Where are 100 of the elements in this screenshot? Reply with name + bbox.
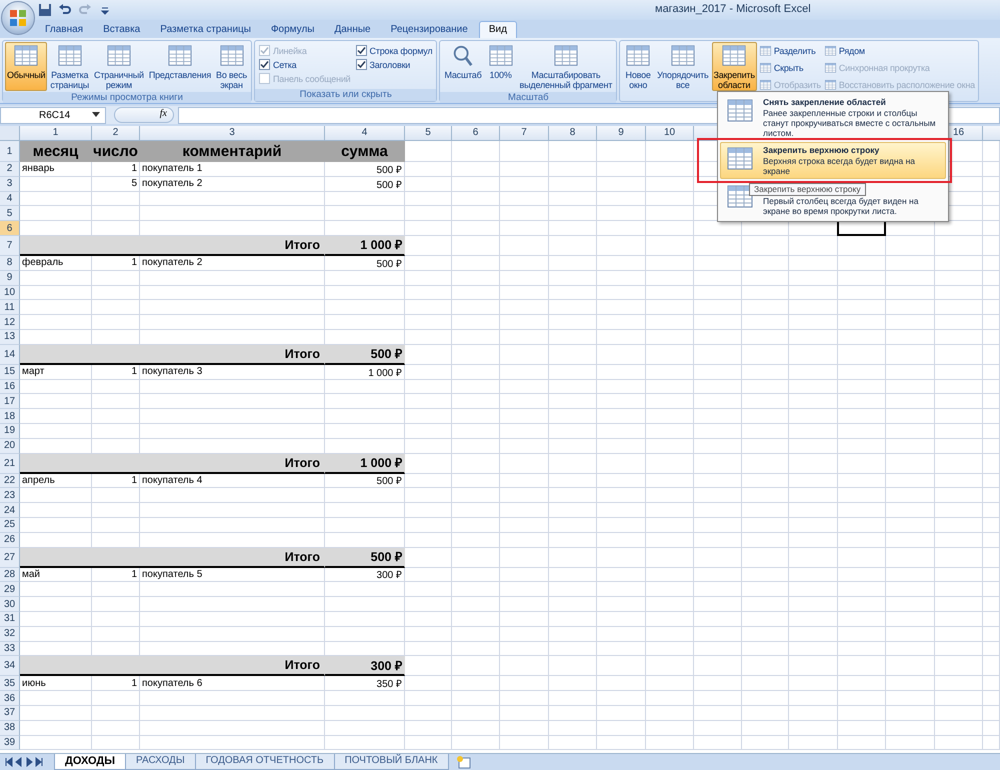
ribbon-button[interactable]: Скрыть [758, 60, 821, 75]
table-cell[interactable]: покупатель 2 [140, 256, 325, 271]
undo-icon[interactable] [58, 3, 72, 17]
table-cell[interactable]: 350 ₽ [325, 676, 405, 692]
row-header[interactable]: 39 [0, 736, 20, 750]
name-box[interactable]: R6C14 [0, 106, 106, 124]
table-cell[interactable]: покупатель 4 [140, 474, 325, 488]
table-cell[interactable]: покупатель 2 [140, 176, 325, 192]
table-cell[interactable]: число [92, 141, 140, 162]
row-header[interactable]: 14 [0, 344, 20, 365]
row-header[interactable]: 31 [0, 612, 20, 627]
table-cell[interactable]: покупатель 1 [140, 162, 325, 177]
table-cell[interactable]: январь [20, 162, 92, 177]
row-header[interactable]: 7 [0, 236, 20, 256]
table-cell[interactable]: 1 [92, 256, 140, 271]
column-header[interactable]: 2 [92, 126, 140, 141]
ribbon-button[interactable]: 100% [484, 42, 517, 91]
row-header[interactable]: 32 [0, 626, 20, 642]
ribbon-button[interactable]: Страничный режим [92, 42, 146, 91]
ribbon-tab[interactable]: Рецензирование [382, 22, 477, 38]
table-cell[interactable]: 1 000 ₽ [325, 454, 405, 474]
row-header[interactable]: 1 [0, 141, 20, 162]
column-header[interactable]: 10 [646, 126, 694, 141]
column-header[interactable]: 1 [20, 126, 92, 141]
menu-item[interactable]: Закрепить верхнюю строку Верхняя строка всегда будет видна на экране [720, 142, 946, 179]
column-header[interactable]: 9 [597, 126, 646, 141]
ribbon-button[interactable]: Разметка страницы [48, 42, 92, 91]
row-header[interactable]: 2 [0, 162, 20, 177]
row-header[interactable]: 36 [0, 691, 20, 706]
table-cell[interactable]: 1 000 ₽ [325, 236, 405, 256]
row-header[interactable]: 28 [0, 568, 20, 582]
table-cell[interactable]: покупатель 6 [140, 676, 325, 692]
table-cell[interactable]: 300 ₽ [325, 656, 405, 676]
row-header[interactable]: 27 [0, 548, 20, 568]
row-header[interactable]: 17 [0, 394, 20, 410]
ribbon-tab[interactable]: Главная [36, 22, 92, 38]
row-header[interactable]: 37 [0, 706, 20, 721]
table-cell[interactable]: комментарий [140, 141, 325, 162]
row-header[interactable]: 24 [0, 503, 20, 518]
row-header[interactable]: 12 [0, 315, 20, 330]
row-header[interactable]: 30 [0, 597, 20, 612]
ribbon-button[interactable]: Закрепить области [712, 42, 757, 91]
redo-icon[interactable] [78, 3, 92, 17]
table-cell[interactable]: 1 [92, 364, 140, 380]
row-header[interactable]: 33 [0, 642, 20, 656]
table-cell[interactable]: месяц [20, 141, 92, 162]
row-header[interactable]: 38 [0, 720, 20, 736]
row-header[interactable]: 19 [0, 424, 20, 439]
row-header[interactable]: 5 [0, 206, 20, 222]
column-header[interactable]: 3 [140, 126, 325, 141]
table-cell[interactable]: 500 ₽ [325, 474, 405, 488]
table-cell[interactable]: сумма [325, 141, 405, 162]
column-header[interactable]: 5 [405, 126, 452, 141]
table-cell[interactable]: 1 [92, 474, 140, 488]
row-header[interactable]: 8 [0, 256, 20, 271]
column-header[interactable]: 8 [549, 126, 597, 141]
table-cell[interactable]: май [20, 568, 92, 582]
sheet-tab[interactable]: ПОЧТОВЫЙ БЛАНК [334, 754, 449, 770]
ribbon-button[interactable]: Рядом [824, 43, 975, 58]
table-cell[interactable]: 1 [92, 676, 140, 692]
row-header[interactable]: 13 [0, 330, 20, 345]
ribbon-tab[interactable]: Вид [478, 21, 517, 38]
row-header[interactable]: 6 [0, 221, 20, 236]
row-header[interactable]: 3 [0, 176, 20, 192]
ribbon-button[interactable]: Новое окно [622, 42, 654, 91]
ribbon-button[interactable]: Обычный [5, 42, 48, 91]
row-header[interactable]: 35 [0, 676, 20, 692]
table-cell[interactable]: июнь [20, 676, 92, 692]
table-cell[interactable]: март [20, 364, 92, 380]
row-header[interactable]: 4 [0, 192, 20, 206]
row-header[interactable]: 11 [0, 300, 20, 316]
checkbox[interactable]: Сетка [259, 59, 350, 70]
ribbon-tab[interactable]: Данные [325, 22, 380, 38]
row-header[interactable]: 16 [0, 380, 20, 394]
row-header[interactable]: 34 [0, 656, 20, 676]
insert-function-button[interactable]: fx [114, 107, 174, 123]
ribbon-tab[interactable]: Формулы [262, 22, 324, 38]
column-header[interactable]: 4 [325, 126, 405, 141]
table-cell[interactable]: 500 ₽ [325, 548, 405, 568]
table-cell[interactable]: 500 ₽ [325, 176, 405, 192]
ribbon-button[interactable]: Масштабировать выделенный фрагмент [518, 42, 614, 91]
sheet-tab[interactable]: ГОДОВАЯ ОТЧЕТНОСТЬ [194, 754, 335, 770]
checkbox[interactable]: Заголовки [356, 59, 432, 70]
row-header[interactable]: 26 [0, 532, 20, 548]
table-cell[interactable]: февраль [20, 256, 92, 271]
column-header[interactable] [983, 126, 1000, 141]
table-cell[interactable]: 500 ₽ [325, 162, 405, 177]
row-header[interactable]: 20 [0, 438, 20, 454]
row-header[interactable]: 9 [0, 270, 20, 286]
column-header[interactable]: 6 [452, 126, 500, 141]
sheet-tab[interactable]: РАСХОДЫ [125, 754, 196, 770]
table-cell[interactable]: покупатель 5 [140, 568, 325, 582]
sheet-tab[interactable]: ДОХОДЫ [54, 754, 126, 770]
table-cell[interactable]: Итого [20, 344, 325, 365]
row-header[interactable]: 15 [0, 364, 20, 380]
table-cell[interactable]: 1 [92, 568, 140, 582]
row-header[interactable]: 18 [0, 409, 20, 424]
row-header[interactable]: 29 [0, 582, 20, 598]
table-cell[interactable]: апрель [20, 474, 92, 488]
ribbon-button[interactable]: Во весь экран [214, 42, 249, 91]
